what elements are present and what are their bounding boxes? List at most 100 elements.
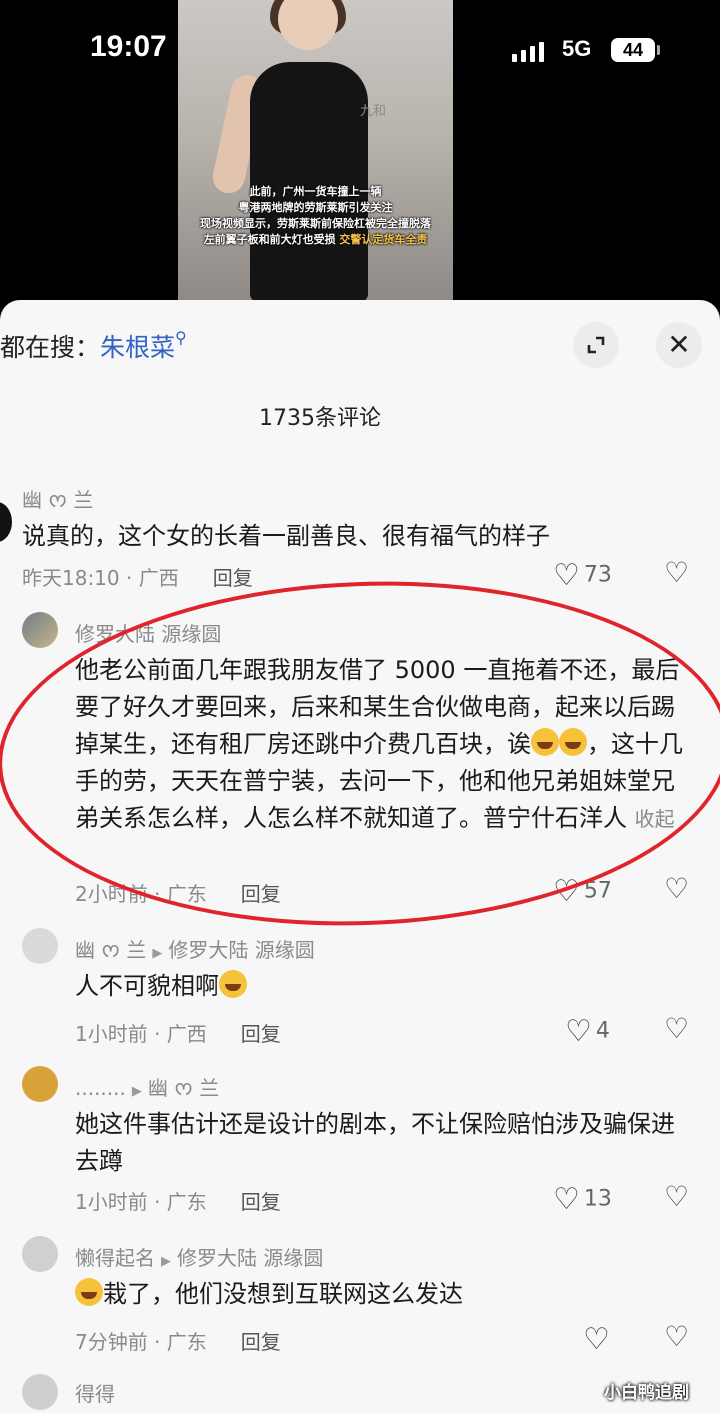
- reply-author[interactable]: ........: [75, 1076, 126, 1100]
- comment-text: 她这件事估计还是设计的剧本，不让保险赔怕涉及骗保进去蹲: [75, 1110, 675, 1175]
- comment-meta: 1小时前 · 广东 回复: [75, 1186, 281, 1215]
- like-button[interactable]: ♡: [583, 1322, 614, 1357]
- video-frame: 九和 此前，广州一货车撞上一辆 粤港两地牌的劳斯莱斯引发关注 现场视频显示，劳斯…: [178, 0, 453, 300]
- watermark: 小白鸭追剧: [604, 1383, 689, 1403]
- close-button[interactable]: ✕: [656, 322, 702, 368]
- comment-meta: 2小时前 · 广东 回复: [75, 878, 281, 907]
- comment-time: 1小时前 · 广东: [75, 1190, 207, 1214]
- expand-icon: [587, 336, 605, 354]
- wall-logo: 九和: [360, 104, 387, 119]
- comment-item: ........ ▶ 幽 ᰔ 兰 她这件事估计还是设计的剧本，不让保险赔怕涉及骗保进…: [0, 1066, 720, 1217]
- laughing-emoji-icon: [531, 728, 559, 756]
- comment-text: 他老公前面几年跟我朋友借了 5000 一直拖着不还，最后要了好久才要回来，后来和…: [75, 652, 695, 838]
- avatar[interactable]: [22, 1066, 58, 1102]
- battery-tip: [657, 45, 660, 55]
- trending-search[interactable]: 都在搜：朱根菜⚲: [0, 328, 187, 364]
- reply-button[interactable]: 回复: [213, 566, 253, 590]
- dislike-icon[interactable]: ♡: [664, 1180, 689, 1213]
- like-count: 73: [583, 562, 612, 588]
- reply-button[interactable]: 回复: [241, 1330, 281, 1354]
- reply-button[interactable]: 回复: [241, 1190, 281, 1214]
- comment-meta: 昨天18:10 · 广西 回复: [22, 562, 253, 591]
- comment-username[interactable]: 修罗大陆 源缘圆: [75, 618, 221, 647]
- dislike-icon[interactable]: ♡: [664, 1320, 689, 1353]
- avatar[interactable]: [0, 502, 12, 542]
- caption-line-2: 粤港两地牌的劳斯莱斯引发关注: [238, 201, 393, 214]
- comment-text: 人不可貌相啊: [75, 968, 695, 1005]
- avatar[interactable]: [22, 1236, 58, 1272]
- battery-icon: 44: [611, 38, 655, 62]
- dislike-icon[interactable]: ♡: [664, 872, 689, 905]
- caption-line-3: 现场视频显示，劳斯莱斯前保险杠被完全撞脱落: [200, 217, 431, 230]
- comment-username[interactable]: 得得: [75, 1378, 115, 1407]
- comment-meta: 1小时前 · 广西 回复: [75, 1018, 281, 1047]
- reply-arrow-icon: ▶: [161, 1254, 171, 1269]
- collapse-link[interactable]: 收起: [635, 807, 675, 831]
- comment-item: 修罗大陆 源缘圆 他老公前面几年跟我朋友借了 5000 一直拖着不还，最后要了好…: [0, 608, 720, 909]
- search-icon: ⚲: [175, 328, 187, 347]
- comment-item: 幽 ᰔ 兰 说真的，这个女的长着一副善良、很有福气的样子 昨天18:10 · 广…: [0, 478, 720, 593]
- reply-author[interactable]: 幽 ᰔ 兰: [75, 938, 146, 962]
- comment-text-body: 栽了，他们没想到互联网这么发达: [103, 1280, 463, 1308]
- like-count: 57: [583, 878, 612, 904]
- comment-username: 幽 ᰔ 兰 ▶ 修罗大陆 源缘圆: [75, 934, 315, 966]
- like-button[interactable]: ♡ 4: [565, 1014, 610, 1049]
- like-count: 13: [583, 1186, 612, 1212]
- comment-username: 懒得起名 ▶ 修罗大陆 源缘圆: [75, 1242, 323, 1271]
- comment-item: 懒得起名 ▶ 修罗大陆 源缘圆 栽了，他们没想到互联网这么发达 7分钟前 · 广东 回…: [0, 1236, 720, 1357]
- comment-meta: 7分钟前 · 广东 回复: [75, 1326, 281, 1355]
- avatar[interactable]: [22, 928, 58, 964]
- dislike-icon[interactable]: ♡: [664, 556, 689, 589]
- reply-button[interactable]: 回复: [241, 1022, 281, 1046]
- caption-line-4-text: 左前翼子板和前大灯也受损: [203, 233, 336, 246]
- heart-icon: ♡: [553, 1182, 580, 1217]
- comment-username: ........ ▶ 幽 ᰔ 兰: [75, 1072, 219, 1104]
- like-button[interactable]: ♡ 73: [553, 558, 612, 593]
- heart-icon: ♡: [553, 558, 580, 593]
- dislike-icon[interactable]: ♡: [664, 1012, 689, 1045]
- reply-target[interactable]: 修罗大陆 源缘圆: [168, 938, 314, 962]
- comment-time: 1小时前 · 广西: [75, 1022, 207, 1046]
- signal-icon: [512, 40, 546, 62]
- comment-text: 栽了，他们没想到互联网这么发达: [75, 1276, 695, 1313]
- caption-line-1: 此前，广州一货车撞上一辆: [249, 185, 382, 198]
- trending-search-term[interactable]: 朱根菜: [100, 333, 175, 362]
- laughing-emoji-icon: [219, 970, 247, 998]
- reply-arrow-icon: ▶: [131, 1084, 142, 1099]
- reply-author[interactable]: 懒得起名: [75, 1246, 155, 1270]
- comment-time: 2小时前 · 广东: [75, 882, 207, 906]
- heart-icon: ♡: [583, 1322, 610, 1357]
- expand-button[interactable]: [573, 322, 619, 368]
- comments-count-title: 1735条评论: [259, 406, 381, 431]
- comment-username[interactable]: 幽 ᰔ 兰: [22, 484, 93, 516]
- video-player[interactable]: 九和 此前，广州一货车撞上一辆 粤港两地牌的劳斯莱斯引发关注 现场视频显示，劳斯…: [0, 0, 720, 300]
- network-type: 5G: [562, 36, 592, 61]
- laughing-emoji-icon: [559, 728, 587, 756]
- caption-highlight: 交警认定货车全责: [339, 233, 428, 246]
- video-caption: 此前，广州一货车撞上一辆 粤港两地牌的劳斯莱斯引发关注 现场视频显示，劳斯莱斯前…: [178, 184, 453, 248]
- like-count: 4: [595, 1018, 610, 1044]
- comment-text-body: 人不可貌相啊: [75, 972, 219, 1000]
- comment-time: 7分钟前 · 广东: [75, 1330, 207, 1354]
- heart-icon: ♡: [565, 1014, 592, 1049]
- video-person-head: [278, 0, 338, 50]
- like-button[interactable]: ♡ 13: [553, 1182, 612, 1217]
- close-icon: ✕: [667, 328, 691, 361]
- avatar[interactable]: [22, 1374, 58, 1410]
- comments-sheet: 都在搜：朱根菜⚲ ✕ 1735条评论 幽 ᰔ 兰 说真的，这个女的长着一副善良、…: [0, 300, 720, 1413]
- caption-line-4: 左前翼子板和前大灯也受损 交警认定货车全责: [178, 232, 453, 248]
- trending-search-prefix: 都在搜：: [0, 333, 101, 362]
- comment-text: 说真的，这个女的长着一副善良、很有福气的样子: [22, 522, 550, 550]
- comment-time: 昨天18:10 · 广西: [22, 566, 179, 590]
- video-person-body: [250, 62, 368, 300]
- like-button[interactable]: ♡ 57: [553, 874, 612, 909]
- laughing-emoji-icon: [75, 1278, 103, 1306]
- comment-item: 幽 ᰔ 兰 ▶ 修罗大陆 源缘圆 人不可貌相啊 1小时前 · 广西 回复 ♡ 4 ♡: [0, 928, 720, 1049]
- reply-target[interactable]: 幽 ᰔ 兰: [148, 1076, 219, 1100]
- reply-button[interactable]: 回复: [241, 882, 281, 906]
- heart-icon: ♡: [553, 874, 580, 909]
- status-time: 19:07: [90, 30, 167, 63]
- avatar[interactable]: [22, 612, 58, 648]
- reply-arrow-icon: ▶: [152, 946, 163, 961]
- reply-target[interactable]: 修罗大陆 源缘圆: [177, 1246, 323, 1270]
